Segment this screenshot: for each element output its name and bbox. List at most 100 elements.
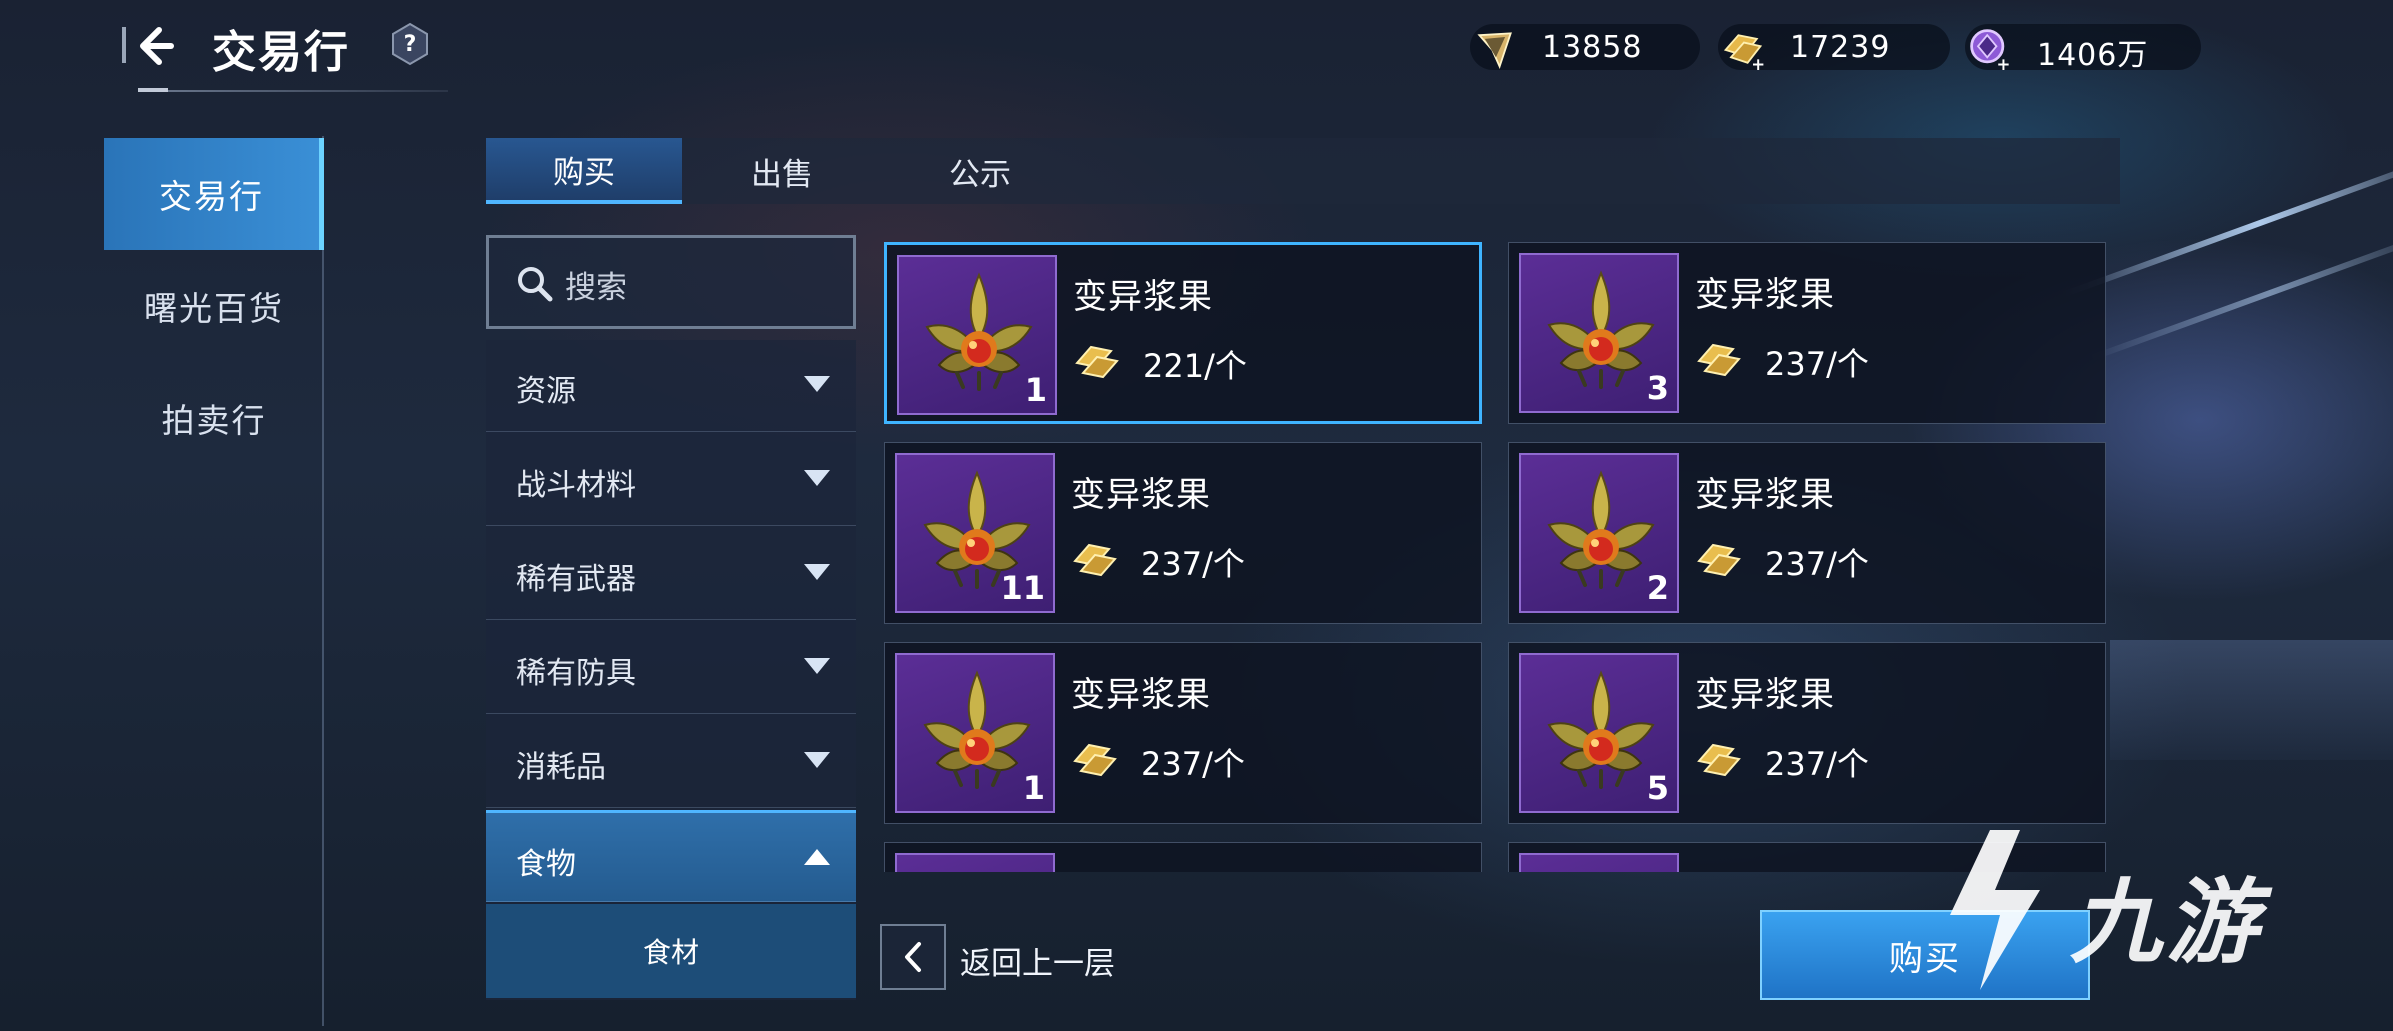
mutant-berry-icon (1539, 467, 1663, 591)
item-price: 237/个 (1765, 745, 1869, 783)
listing-card[interactable]: 11 变异浆果 237/个 (884, 442, 1482, 624)
gold-bar-icon (1073, 341, 1121, 381)
chevron-up-icon (804, 849, 830, 865)
item-thumbnail: 1 (895, 653, 1055, 813)
item-quantity: 1 (1022, 769, 1045, 807)
currency-crystal-value: 13858 (1542, 30, 1643, 65)
category-food[interactable]: 食物 (486, 810, 856, 902)
item-thumbnail: 11 (895, 453, 1055, 613)
category-rare-armor[interactable]: 稀有防具 (486, 622, 856, 714)
back-up-level-label: 返回上一层 (960, 946, 1115, 982)
back-button[interactable] (132, 20, 178, 72)
category-resources[interactable]: 资源 (486, 340, 856, 432)
category-label: 稀有防具 (516, 656, 636, 691)
gold-bar-icon (1071, 739, 1119, 779)
tab-buy[interactable]: 购买 (486, 138, 682, 204)
item-name: 变异浆果 (1695, 675, 1835, 715)
sidebar: 交易行 曙光百货 拍卖行 (104, 136, 324, 1026)
item-thumbnail: 2 (1519, 453, 1679, 613)
title-underline (138, 90, 448, 92)
gold-bar-icon (1695, 539, 1743, 579)
item-price: 221/个 (1143, 347, 1247, 385)
divider (122, 27, 126, 63)
svg-text:+: + (1996, 55, 2010, 72)
category-label: 战斗材料 (516, 468, 636, 503)
item-price: 237/个 (1765, 345, 1869, 383)
currency-gold[interactable]: + 17239 (1718, 24, 1950, 72)
sidebar-item-trading-house[interactable]: 交易行 (104, 138, 324, 250)
subcategory-ingredients[interactable]: 食材 (486, 904, 856, 998)
gold-bar-icon (1071, 539, 1119, 579)
tab-bar: 购买 出售 公示 (486, 138, 2120, 204)
purple-coin-plus-icon: + (1965, 24, 2015, 74)
listing-grid[interactable]: 1 变异浆果 221/个 3 变异浆果 237/个 11 变异浆果 237/个 … (884, 240, 2110, 872)
mutant-berry-icon (1539, 667, 1663, 791)
watermark: 九游 (1920, 820, 2360, 1000)
listing-card[interactable]: 5 变异浆果 237/个 (1508, 642, 2106, 824)
item-quantity: 1 (1024, 371, 1047, 409)
gold-bar-plus-icon: + (1718, 24, 1768, 74)
listing-card-partial[interactable] (884, 842, 1482, 872)
search-placeholder: 搜索 (565, 270, 627, 306)
currency-crystal: 13858 (1470, 24, 1700, 70)
listing-card[interactable]: 2 变异浆果 237/个 (1508, 442, 2106, 624)
item-quantity: 3 (1646, 369, 1669, 407)
category-label: 消耗品 (516, 750, 606, 785)
item-quantity: 5 (1646, 769, 1669, 807)
chevron-down-icon (804, 658, 830, 674)
mutant-berry-icon (915, 667, 1039, 791)
chevron-down-icon (804, 564, 830, 580)
item-name: 变异浆果 (1071, 675, 1211, 715)
category-label: 资源 (516, 374, 576, 409)
mutant-berry-icon (1539, 267, 1663, 391)
item-thumbnail: 1 (897, 255, 1057, 415)
gold-bar-icon (1695, 339, 1743, 379)
mutant-berry-icon (917, 269, 1041, 393)
chevron-left-icon (905, 942, 921, 972)
page-title: 交易行 (212, 27, 350, 78)
listing-card[interactable]: 3 变异浆果 237/个 (1508, 242, 2106, 424)
back-arrow-icon (140, 27, 174, 65)
chevron-down-icon (804, 752, 830, 768)
category-label: 食物 (516, 847, 576, 882)
category-combat-materials[interactable]: 战斗材料 (486, 434, 856, 526)
currency-purple[interactable]: + 1406万 (1965, 24, 2201, 73)
item-quantity: 2 (1646, 569, 1669, 607)
category-label: 稀有武器 (516, 562, 636, 597)
back-up-level-button[interactable]: 返回上一层 (880, 924, 1180, 990)
title-underline-accent (138, 88, 168, 92)
crystal-shard-icon (1470, 24, 1520, 74)
item-name: 变异浆果 (1695, 475, 1835, 515)
light-streak (2090, 225, 2393, 361)
sidebar-item-dawn-store[interactable]: 曙光百货 (104, 250, 324, 362)
svg-text:+: + (1751, 55, 1765, 72)
listing-card[interactable]: 1 变异浆果 237/个 (884, 642, 1482, 824)
category-list: 资源 战斗材料 稀有武器 稀有防具 消耗品 食物 食材 (486, 340, 856, 1000)
sidebar-item-auction-house[interactable]: 拍卖行 (104, 362, 324, 474)
chevron-down-icon (804, 376, 830, 392)
item-price: 237/个 (1765, 545, 1869, 583)
category-consumables[interactable]: 消耗品 (486, 716, 856, 808)
currency-purple-value: 1406万 (2037, 38, 2149, 73)
watermark-text: 九游 (2070, 869, 2263, 976)
item-thumbnail (1519, 853, 1679, 872)
item-price: 237/个 (1141, 545, 1245, 583)
item-name: 变异浆果 (1695, 275, 1835, 315)
search-input[interactable]: 搜索 (486, 235, 856, 329)
category-rare-weapons[interactable]: 稀有武器 (486, 528, 856, 620)
item-thumbnail (895, 853, 1055, 872)
watermark-logo-icon (1950, 830, 2040, 990)
back-box (880, 924, 946, 990)
gold-bar-icon (1695, 739, 1743, 779)
listing-card[interactable]: 1 变异浆果 221/个 (884, 242, 1482, 424)
chevron-down-icon (804, 470, 830, 486)
tab-announcement[interactable]: 公示 (882, 138, 1078, 204)
floor-glow (2110, 640, 2393, 760)
currency-gold-value: 17239 (1790, 30, 1891, 65)
help-button[interactable]: ? (390, 22, 430, 66)
item-quantity: 11 (1000, 569, 1045, 607)
item-thumbnail: 3 (1519, 253, 1679, 413)
item-name: 变异浆果 (1071, 475, 1211, 515)
help-label: ? (403, 31, 417, 57)
tab-sell[interactable]: 出售 (684, 138, 880, 204)
